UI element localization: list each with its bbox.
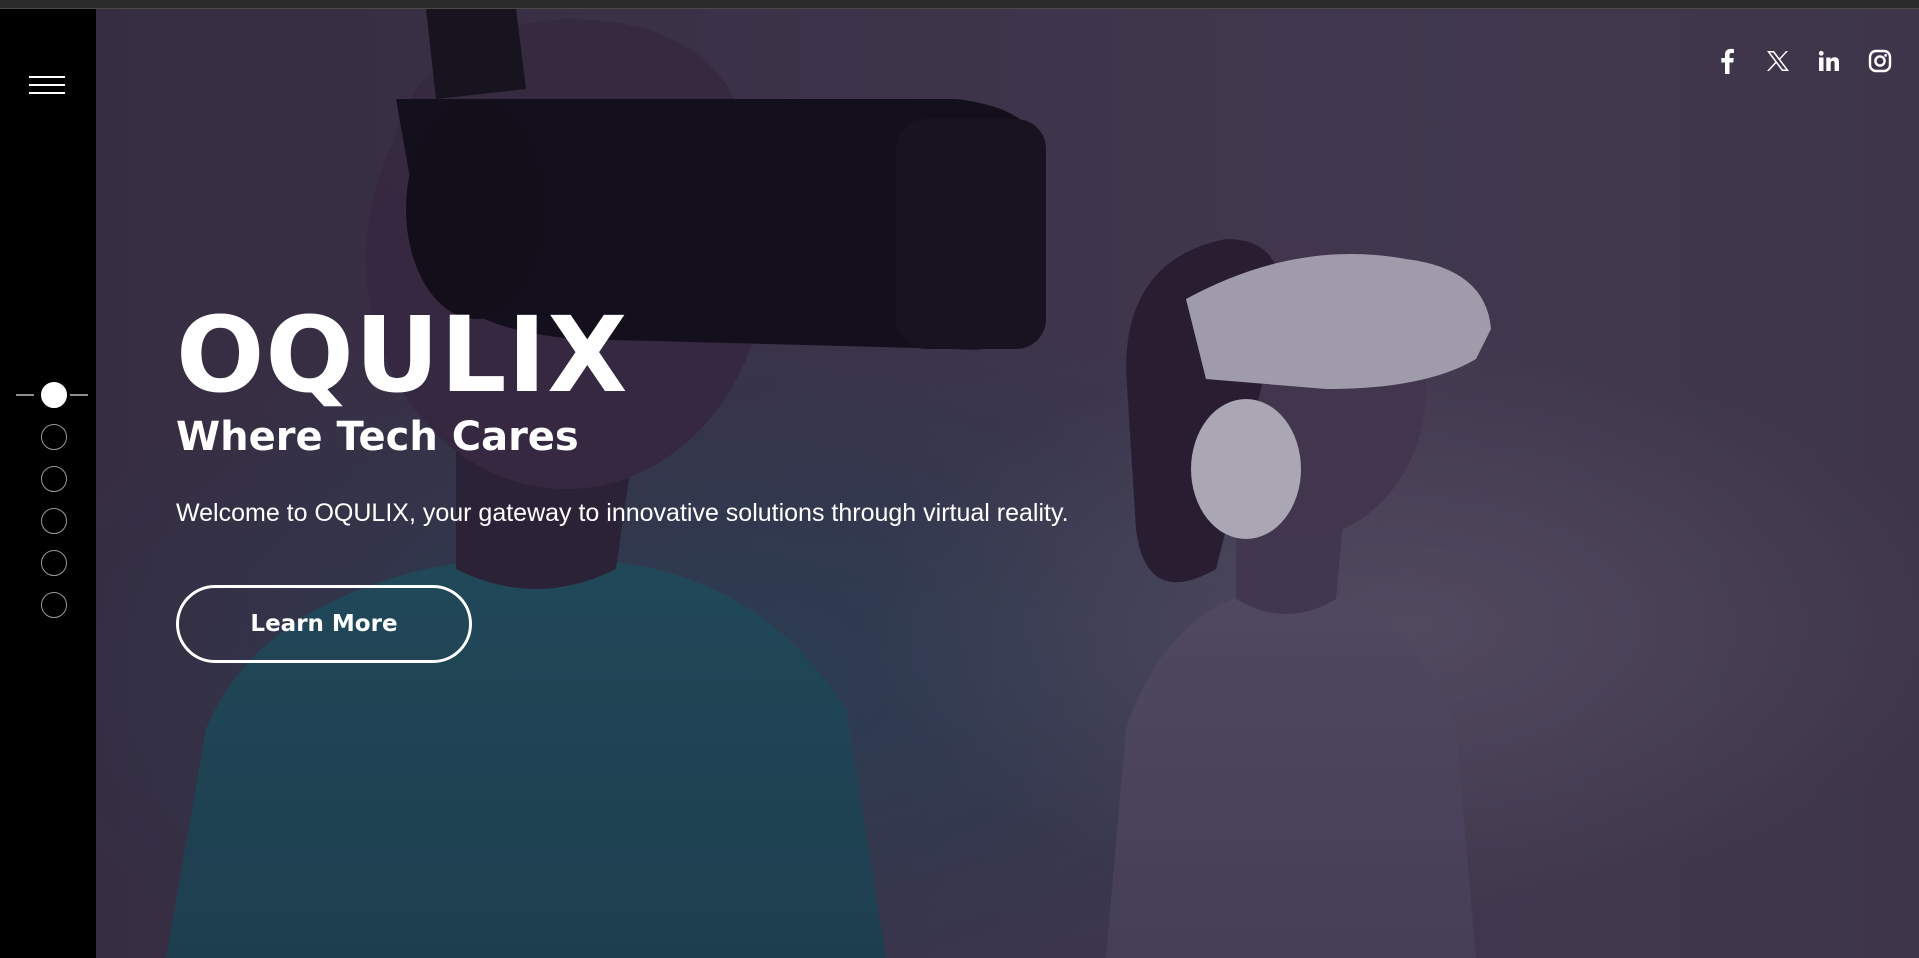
slide-dot-row-2 (0, 424, 96, 454)
slide-dot-1-active[interactable] (41, 382, 67, 408)
slide-dot-row-4 (0, 508, 96, 538)
instagram-icon[interactable] (1864, 45, 1895, 76)
menu-line (29, 84, 65, 86)
slide-dot-row-6 (0, 592, 96, 622)
browser-top-strip (0, 0, 1919, 9)
learn-more-label: Learn More (250, 611, 398, 637)
hero-tagline: Where Tech Cares (176, 414, 579, 460)
sidebar (0, 9, 96, 958)
menu-line (29, 76, 65, 78)
slide-dot-row-1 (0, 382, 96, 412)
slide-dot-row-3 (0, 466, 96, 496)
dot-indicator-line-right (70, 394, 88, 396)
slide-dot-5[interactable] (41, 550, 67, 576)
brand-title: OQULIX (176, 294, 629, 416)
social-links (1711, 45, 1895, 76)
slide-dot-2[interactable] (41, 424, 67, 450)
slide-dot-6[interactable] (41, 592, 67, 618)
x-twitter-icon[interactable] (1762, 45, 1793, 76)
slide-dot-4[interactable] (41, 508, 67, 534)
menu-line (29, 92, 65, 94)
slide-dot-row-5 (0, 550, 96, 580)
slide-dot-3[interactable] (41, 466, 67, 492)
hero-content: OQULIX Where Tech Cares Welcome to OQULI… (176, 300, 1276, 528)
facebook-icon[interactable] (1711, 45, 1742, 76)
hero-welcome-text: Welcome to OQULIX, your gateway to innov… (176, 499, 1069, 527)
learn-more-button[interactable]: Learn More (176, 585, 472, 663)
hamburger-menu-icon[interactable] (26, 70, 68, 100)
dot-indicator-line-left (16, 394, 34, 396)
linkedin-icon[interactable] (1813, 45, 1844, 76)
